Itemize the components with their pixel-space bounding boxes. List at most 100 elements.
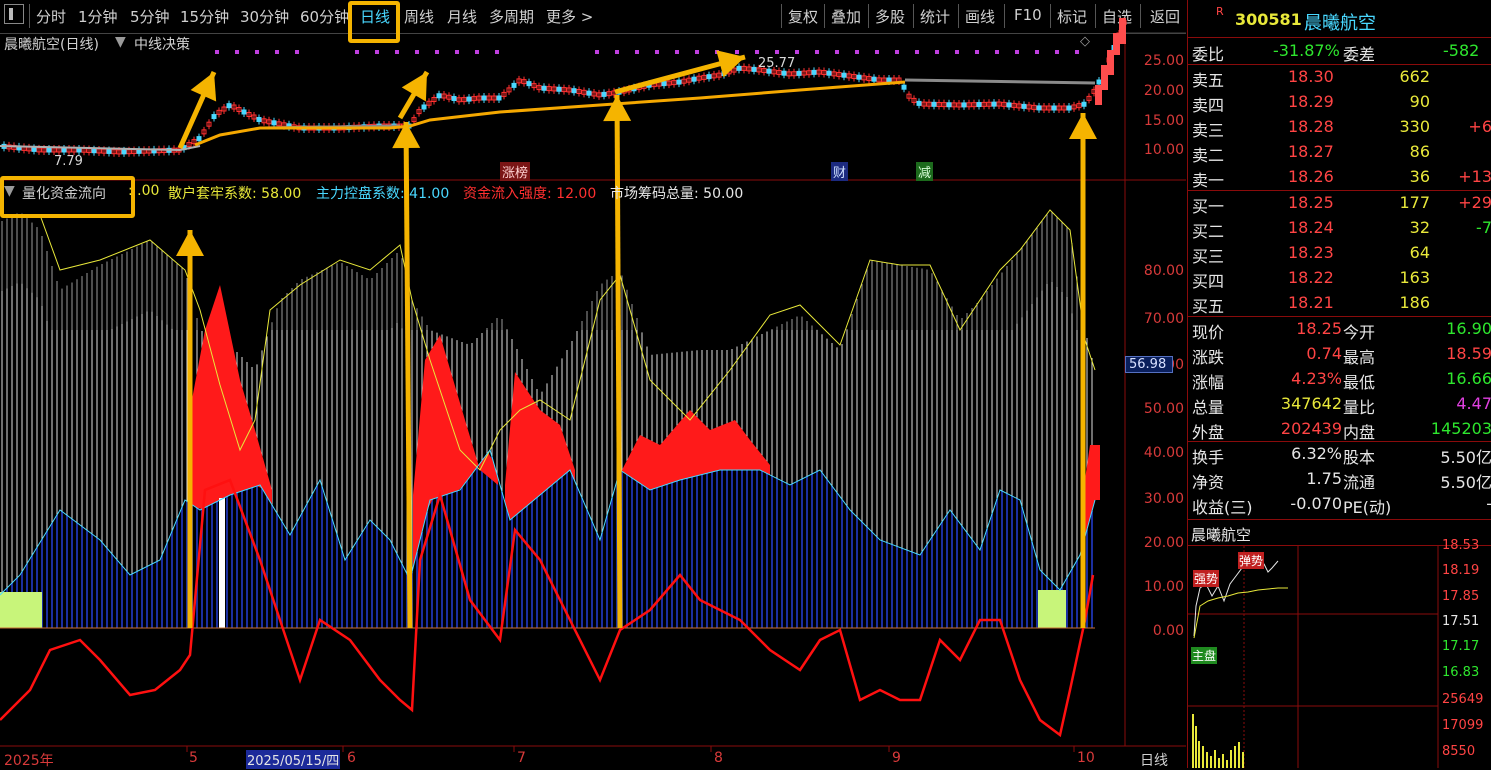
ask-volume: 662 <box>1399 67 1430 86</box>
candle <box>901 84 907 90</box>
signal-dot <box>495 50 499 54</box>
candle <box>661 81 667 87</box>
signal-dot <box>955 50 959 54</box>
candle <box>271 120 277 126</box>
signal-dot <box>235 50 239 54</box>
candle <box>976 102 982 108</box>
candle <box>451 96 457 101</box>
signal-dot <box>275 50 279 54</box>
signal-dot <box>255 50 259 54</box>
bid-row: 买二 18.24 32 -7 <box>1188 216 1491 241</box>
signal-dot <box>395 50 399 54</box>
stat-label: 最高 <box>1343 348 1376 367</box>
high-price-label: 25.77 <box>758 56 796 71</box>
chart-canvas[interactable] <box>0 0 1186 768</box>
bid-label: 买五 <box>1192 297 1225 316</box>
ask-row: 卖五 18.30 662 <box>1188 65 1491 90</box>
stat-label: 收益(三) <box>1192 498 1253 517</box>
candle <box>106 148 112 154</box>
mini-vol-label: 8550 <box>1442 744 1476 759</box>
candle <box>1095 85 1102 105</box>
annotation-arrow-head <box>1069 113 1097 139</box>
candle <box>931 101 937 107</box>
stat-value: 1.75 <box>1306 469 1342 488</box>
stat-label: 外盘 <box>1192 423 1225 442</box>
stat-value: 5.50亿 <box>1440 473 1491 492</box>
candle <box>436 93 442 99</box>
param-retail-trap-label: 散户套牢系数: 58.00 <box>168 186 302 202</box>
param-main-control-label: 主力控盘系数: 41.00 <box>316 186 450 202</box>
stat-row: 涨幅 4.23% 最低 16.66 <box>1188 367 1491 392</box>
mini-intraday-chart[interactable] <box>1188 546 1491 768</box>
quote-header: R 300581 晨曦航空 <box>1188 5 1491 34</box>
candle <box>796 70 802 76</box>
date-cursor-label: 2025/05/15/四 <box>246 750 341 769</box>
candle <box>31 146 37 152</box>
stat-value: 0.74 <box>1306 344 1342 363</box>
stat-label: 股本 <box>1343 448 1376 467</box>
dropdown-chevron-icon[interactable]: ▼ <box>115 34 126 50</box>
signal-dot <box>895 50 899 54</box>
highlight-box-indicator-name <box>0 176 135 218</box>
stat-value: -0.070 <box>1290 494 1342 513</box>
indicator-axis-label: 20.00 <box>1143 535 1184 551</box>
signal-dot <box>815 50 819 54</box>
stat-value: 4.23% <box>1291 369 1342 388</box>
candle <box>1081 101 1087 107</box>
mini-chart-title: 晨曦航空 <box>1191 526 1252 544</box>
signal-dot <box>735 50 739 54</box>
candle <box>1107 50 1114 75</box>
event-tag-jian[interactable]: 减 <box>916 162 934 181</box>
mini-price-label: 17.85 <box>1442 589 1480 604</box>
signal-dot <box>1015 50 1019 54</box>
candle <box>421 104 427 110</box>
r-marker: R <box>1216 5 1224 18</box>
candle <box>841 72 847 78</box>
candle <box>241 109 247 115</box>
mini-tag-strong: 强势 <box>1193 570 1220 587</box>
candle <box>1021 103 1027 109</box>
candle <box>556 86 562 92</box>
signal-dot <box>835 50 839 54</box>
ask-price: 18.26 <box>1288 167 1334 186</box>
bid-price: 18.22 <box>1288 268 1334 287</box>
signal-dot <box>975 50 979 54</box>
kline-indicator-name[interactable]: 中线决策 <box>134 34 190 54</box>
candle <box>871 76 877 82</box>
signal-dot <box>875 50 879 54</box>
stat-label: 换手 <box>1192 448 1225 467</box>
indicator-axis-label: 40.00 <box>1143 445 1184 461</box>
date-axis-label: 7 <box>517 750 526 766</box>
stat-value: 16.90 <box>1446 319 1491 338</box>
indicator-axis-label: 10.00 <box>1143 579 1184 595</box>
ask-label: 卖二 <box>1192 146 1225 165</box>
stat-label: 现价 <box>1192 323 1225 342</box>
event-tag-zhangbang[interactable]: 涨榜 <box>500 162 531 181</box>
stat-label: 内盘 <box>1343 423 1376 442</box>
signal-dot <box>595 50 599 54</box>
candle <box>676 79 682 85</box>
current-indicator-value-badge: 56.98 <box>1125 356 1173 373</box>
candle <box>91 148 97 154</box>
ask-change: +6 <box>1468 117 1491 136</box>
mini-price-label: 18.19 <box>1442 563 1480 578</box>
stat-value: 4.47 <box>1456 394 1491 413</box>
mini-price-label: 17.17 <box>1442 639 1480 654</box>
signal-dot <box>675 50 679 54</box>
indicator-axis-label: 0.00 <box>1152 623 1184 639</box>
weibi-row: 委比 -31.87% 委差 -582 <box>1192 41 1480 64</box>
stat-row: 收益(三) -0.070PE(动) - <box>1188 492 1491 517</box>
signal-dot <box>695 50 699 54</box>
signal-dot <box>775 50 779 54</box>
bid-label: 买二 <box>1192 222 1225 241</box>
diamond-icon[interactable]: ◇ <box>1080 34 1090 49</box>
signal-dot <box>375 50 379 54</box>
event-tag-cai[interactable]: 财 <box>831 162 849 181</box>
candle <box>886 77 892 83</box>
stat-value: 6.32% <box>1291 444 1342 463</box>
signal-block <box>0 592 42 628</box>
bid-row: 买四 18.22 163 <box>1188 266 1491 291</box>
candle <box>1036 105 1042 111</box>
candle <box>1101 65 1108 90</box>
ma-line <box>904 78 1096 85</box>
